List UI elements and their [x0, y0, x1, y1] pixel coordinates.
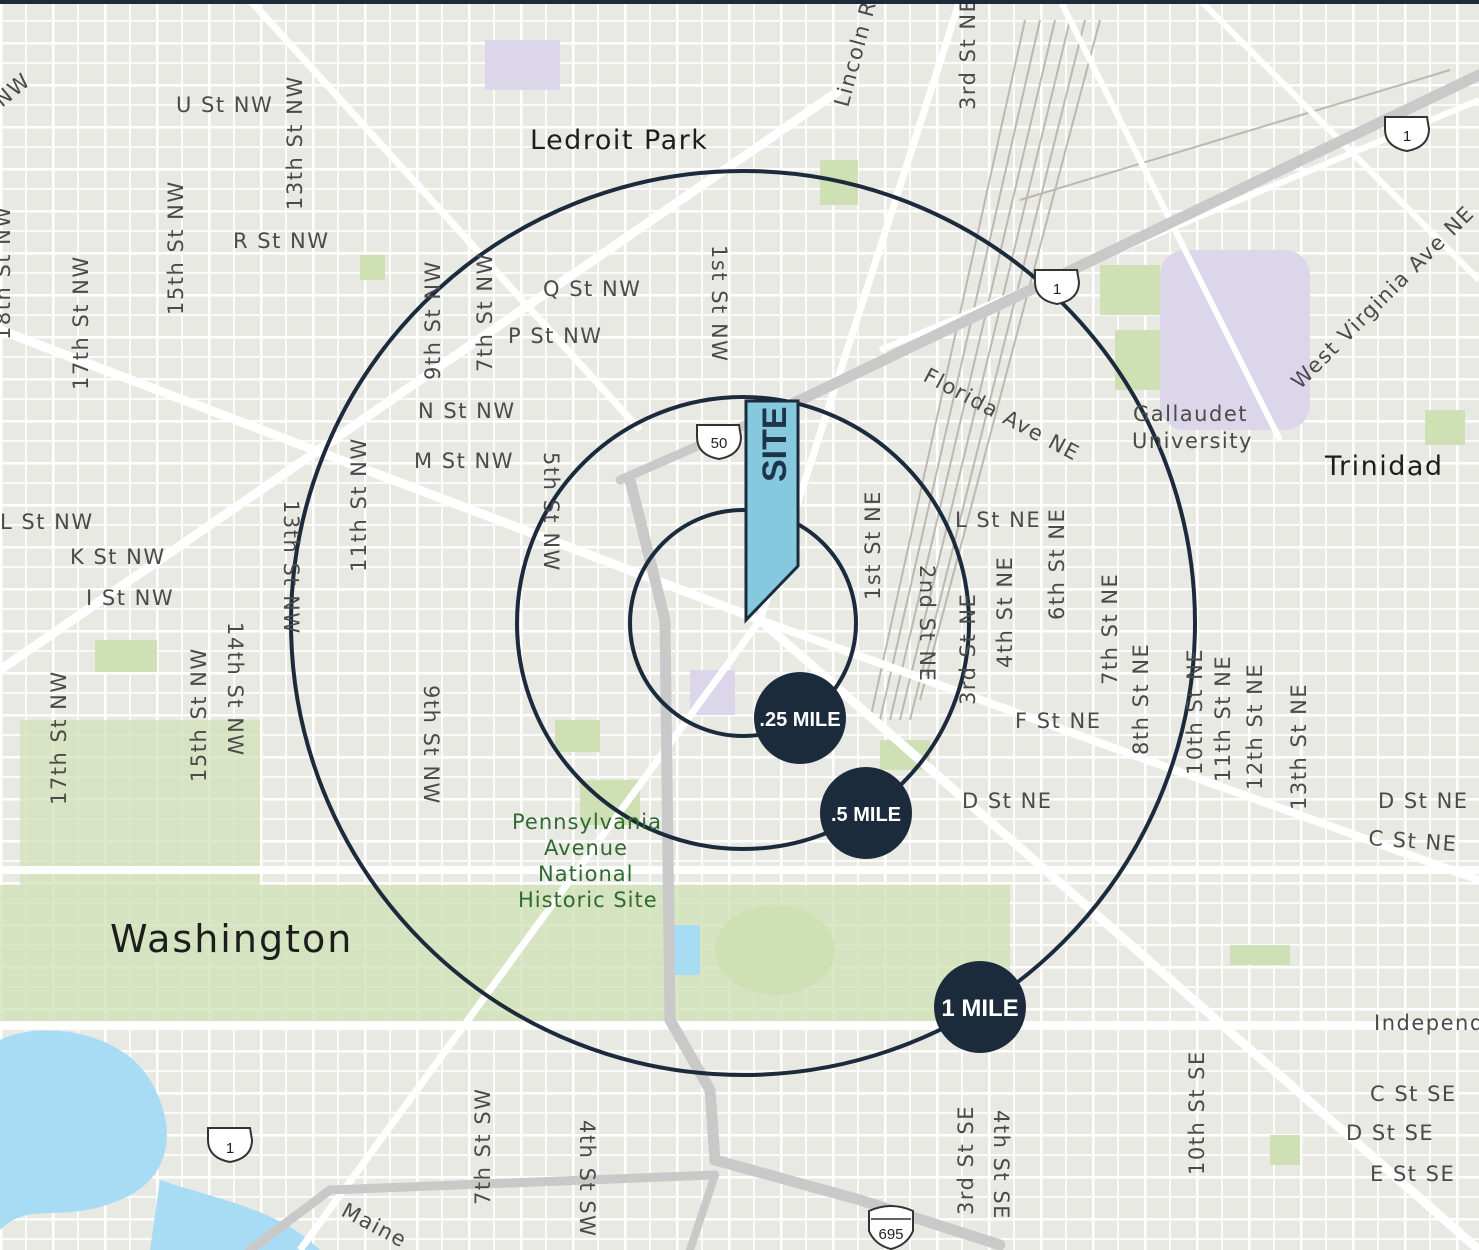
street-label: M St NW	[414, 449, 514, 473]
badge-label: .25 MILE	[759, 709, 840, 731]
street-label: Independe	[1374, 1011, 1479, 1035]
street-label: R St NW	[233, 229, 329, 253]
street-label: 14th St NW	[223, 622, 247, 757]
street-label: I St NW	[86, 586, 174, 610]
street-label: 7th St NW	[473, 252, 497, 372]
site-label: SITE	[756, 406, 794, 482]
street-label: D St NE	[962, 789, 1053, 813]
street-label: 3rd St NE	[956, 0, 980, 110]
street-label: E St SE	[1370, 1162, 1455, 1186]
street-label: 12th St NE	[1243, 663, 1267, 790]
street-label: D St SE	[1346, 1121, 1434, 1145]
street-label: 17th St NW	[47, 670, 71, 805]
street-label: 4th St SW	[575, 1120, 599, 1237]
street-label: 4th St SE	[989, 1110, 1013, 1220]
place-label-penn-4: Historic Site	[518, 888, 658, 912]
park-square-8	[1230, 945, 1290, 965]
top-edge-bar	[0, 0, 1479, 4]
area-map: NW U St NW 13th St NW Lincoln Rd 3rd St …	[0, 0, 1479, 1250]
street-label: U St NW	[176, 93, 273, 117]
street-label: 9th St NW	[421, 260, 445, 380]
park-square-5	[1425, 410, 1465, 445]
place-label-trinidad: Trinidad	[1324, 451, 1444, 482]
svg-text:50: 50	[711, 435, 728, 452]
place-label-penn-2: Avenue	[544, 836, 628, 860]
park-capitol	[715, 905, 835, 995]
street-label: 15th St NW	[164, 180, 188, 315]
street-label: 3rd St SE	[954, 1105, 978, 1215]
street-label: P St NW	[508, 324, 603, 348]
svg-text:1: 1	[226, 1140, 234, 1157]
badge-quarter-mile: .25 MILE	[754, 672, 846, 764]
svg-text:695: 695	[878, 1226, 903, 1243]
badge-label: 1 MILE	[941, 995, 1018, 1022]
street-label: 13th St NW	[279, 500, 303, 635]
street-label: 7th St SW	[471, 1088, 495, 1205]
street-label: 7th St NE	[1098, 573, 1122, 685]
street-label: 10th St SE	[1185, 1050, 1209, 1175]
street-label: 2nd St NE	[915, 565, 939, 682]
place-label-penn-1: Pennsylvania	[512, 810, 662, 834]
street-label: 13th St NE	[1287, 683, 1311, 810]
street-label: 8th St NE	[1129, 643, 1153, 755]
reflecting-pool	[672, 925, 700, 975]
place-label-ledroit-park: Ledroit Park	[530, 125, 708, 156]
place-label-gallaudet-1: Gallaudet	[1133, 402, 1248, 426]
street-label: L St NE	[955, 508, 1041, 532]
street-label: F St NE	[1015, 709, 1101, 733]
street-label: N St NW	[418, 399, 516, 423]
park-square-7	[360, 255, 385, 280]
park-square-1	[95, 640, 157, 672]
land-base	[0, 0, 1479, 1250]
street-label: 1st St NW	[707, 245, 731, 362]
svg-text:1: 1	[1403, 128, 1411, 145]
street-label: 11th St NW	[347, 437, 371, 572]
street-label: K St NW	[70, 545, 166, 569]
badge-half-mile: .5 MILE	[820, 767, 912, 859]
street-label: 11th St NE	[1211, 655, 1235, 782]
campus-top	[485, 40, 560, 90]
street-label: 13th St NW	[283, 75, 307, 210]
place-label-penn-3: National	[538, 862, 634, 886]
street-label: 5th St NW	[539, 452, 563, 572]
street-label: 10th St NE	[1183, 648, 1207, 775]
street-label: 6th St NE	[1045, 508, 1069, 620]
badge-one-mile: 1 MILE	[934, 961, 1026, 1053]
street-label: 18th St NW	[0, 205, 15, 340]
park-square-2	[555, 720, 600, 752]
street-label: 3rd St NE	[956, 593, 980, 705]
badge-label: .5 MILE	[831, 804, 901, 826]
street-label: L St NW	[0, 510, 94, 534]
place-label-gallaudet-2: University	[1132, 429, 1253, 453]
street-label: 17th St NW	[69, 255, 93, 390]
park-square-9	[1270, 1135, 1300, 1165]
park-square-3	[1100, 265, 1160, 315]
street-label: 4th St NE	[993, 556, 1017, 668]
street-label: 1st St NE	[861, 490, 885, 600]
street-label: D St NE	[1378, 789, 1469, 813]
street-label: 9th St NW	[419, 685, 443, 805]
place-label-washington: Washington	[110, 917, 353, 961]
street-label: C St SE	[1370, 1082, 1457, 1106]
svg-text:1: 1	[1053, 281, 1061, 298]
street-label: 15th St NW	[187, 647, 211, 782]
street-label: Q St NW	[543, 277, 641, 301]
